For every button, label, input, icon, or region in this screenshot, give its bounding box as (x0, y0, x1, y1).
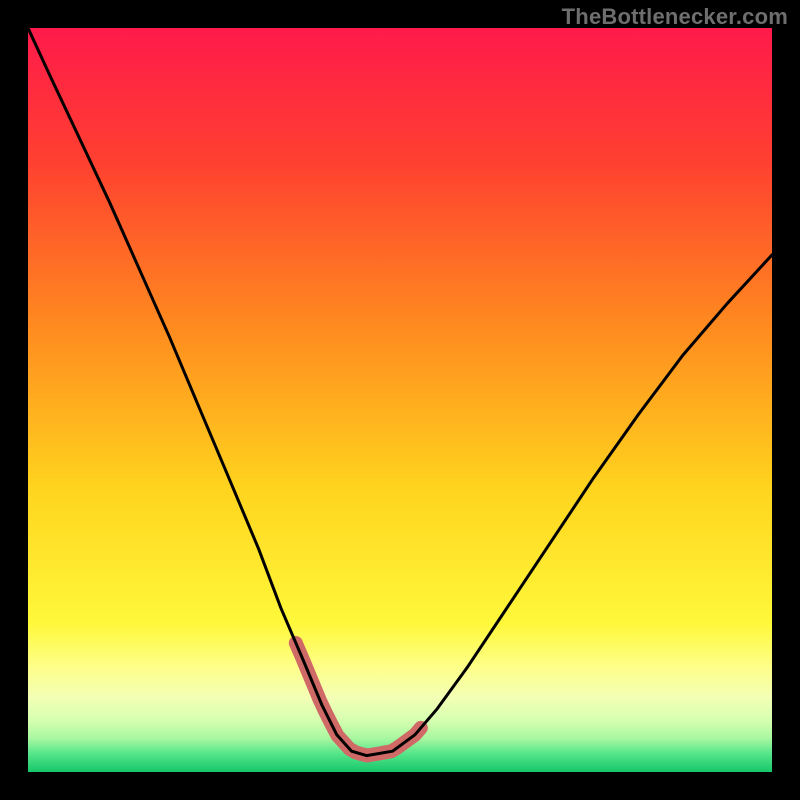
bottleneck-curve (28, 28, 772, 756)
frame-bottom (0, 772, 800, 800)
watermark-text: TheBottlenecker.com (562, 4, 788, 30)
frame-right (772, 0, 800, 800)
chart-canvas (28, 28, 772, 772)
optimal-range-highlight (296, 643, 421, 756)
frame-left (0, 0, 28, 800)
plot-area (28, 28, 772, 772)
